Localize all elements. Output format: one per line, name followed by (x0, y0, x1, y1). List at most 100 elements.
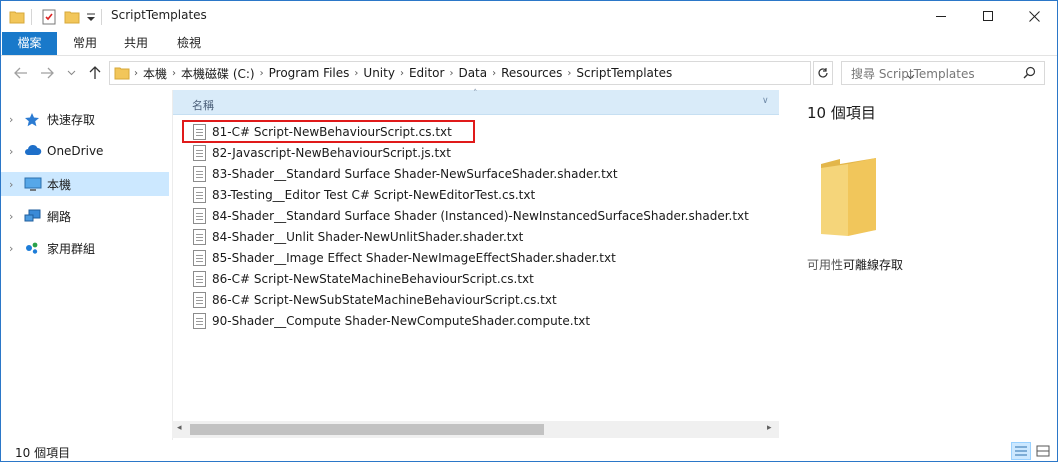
file-name: 84-Shader__Standard Surface Shader (Inst… (212, 209, 749, 223)
folder-icon (114, 66, 130, 80)
text-file-icon (193, 229, 206, 245)
forward-icon[interactable] (37, 63, 57, 83)
breadcrumb-item[interactable]: Resources (496, 66, 567, 80)
close-button[interactable] (1011, 1, 1057, 31)
text-file-icon (193, 208, 206, 224)
text-file-icon (193, 313, 206, 329)
breadcrumb-item[interactable]: Unity (358, 66, 400, 80)
homegroup-icon (24, 241, 42, 255)
breadcrumb-item[interactable]: Editor (404, 66, 450, 80)
chevron-right-icon[interactable]: › (9, 145, 13, 158)
list-item[interactable]: 85-Shader__Image Effect Shader-NewImageE… (187, 248, 787, 268)
tab-home[interactable]: 常用 (63, 32, 107, 55)
chevron-down-icon[interactable]: ∨ (762, 96, 769, 106)
search-placeholder: 搜尋 ScriptTemplates (851, 66, 975, 81)
list-item[interactable]: 86-C# Script-NewStateMachineBehaviourScr… (187, 269, 787, 289)
refresh-button[interactable] (813, 61, 833, 85)
breadcrumb-item[interactable]: 本機磁碟 (C:) (176, 65, 260, 82)
text-file-icon (193, 166, 206, 182)
sidebar-item-label: OneDrive (47, 144, 104, 158)
text-file-icon (193, 292, 206, 308)
breadcrumb-item[interactable]: ScriptTemplates (571, 66, 677, 80)
list-item[interactable]: 86-C# Script-NewSubStateMachineBehaviour… (187, 290, 787, 310)
file-name: 83-Testing__Editor Test C# Script-NewEdi… (212, 188, 536, 202)
navigation-pane: › 快速存取 › OneDrive › 本機 › 網路 › 家用群組 (1, 92, 171, 432)
breadcrumb-item[interactable]: Program Files (264, 66, 355, 80)
sidebar-item-label: 本機 (47, 177, 72, 192)
customize-quick-access-icon[interactable] (85, 8, 97, 26)
status-bar: 10 個項目 (1, 440, 1057, 461)
status-item-count: 10 個項目 (15, 446, 71, 460)
navigation-bar: › 本機 › 本機磁碟 (C:) › Program Files › Unity… (1, 57, 1057, 90)
text-file-icon (193, 145, 206, 161)
file-name: 83-Shader__Standard Surface Shader-NewSu… (212, 167, 618, 181)
text-file-icon (193, 271, 206, 287)
sidebar-item-label: 網路 (47, 209, 72, 224)
back-icon[interactable] (11, 63, 31, 83)
breadcrumb-item[interactable]: 本機 (138, 65, 172, 82)
details-pane: 10 個項目 可用性: 可離線存取 (780, 90, 1057, 440)
recent-locations-icon[interactable] (61, 63, 81, 83)
title-bar: ScriptTemplates (1, 1, 1057, 32)
breadcrumb-item[interactable]: Data (453, 66, 492, 80)
sidebar-item-this-pc[interactable]: › 本機 (1, 172, 169, 196)
address-bar[interactable]: › 本機 › 本機磁碟 (C:) › Program Files › Unity… (109, 61, 914, 85)
list-item[interactable]: 84-Shader__Standard Surface Shader (Inst… (187, 206, 787, 226)
text-file-icon (193, 250, 206, 266)
details-view-button[interactable] (1011, 442, 1031, 460)
details-item-count: 10 個項目 (807, 104, 876, 122)
sidebar-item-network[interactable]: › 網路 (1, 204, 169, 228)
properties-icon[interactable] (41, 8, 57, 26)
window-title: ScriptTemplates (111, 8, 207, 22)
highlight-box (182, 120, 475, 143)
file-name: 90-Shader__Compute Shader-NewComputeShad… (212, 314, 591, 328)
sidebar-item-quick-access[interactable]: › 快速存取 (1, 107, 169, 131)
file-name: 82-Javascript-NewBehaviourScript.js.txt (212, 146, 451, 160)
sidebar-item-label: 快速存取 (47, 112, 96, 127)
divider (101, 9, 102, 25)
folder-icon (9, 8, 25, 26)
divider (31, 9, 32, 25)
horizontal-scrollbar[interactable]: ◂ ▸ (172, 421, 779, 438)
file-name: 86-C# Script-NewSubStateMachineBehaviour… (212, 293, 557, 307)
scrollbar-thumb[interactable] (190, 424, 544, 435)
file-name: 84-Shader__Unlit Shader-NewUnlitShader.s… (212, 230, 524, 244)
chevron-right-icon[interactable]: › (9, 178, 13, 191)
availability-value: 可離線存取 (843, 258, 904, 272)
scroll-left-icon[interactable]: ◂ (177, 423, 182, 433)
network-icon (24, 209, 42, 223)
sort-ascending-icon: ˄ (473, 89, 478, 99)
column-header-label: 名稱 (192, 99, 214, 112)
list-item[interactable]: 84-Shader__Unlit Shader-NewUnlitShader.s… (187, 227, 787, 247)
list-item[interactable]: 83-Testing__Editor Test C# Script-NewEdi… (187, 185, 787, 205)
tab-view[interactable]: 檢視 (167, 32, 211, 55)
availability-label: 可用性: (807, 258, 848, 272)
sidebar-item-label: 家用群組 (47, 241, 96, 256)
scroll-right-icon[interactable]: ▸ (767, 423, 772, 433)
tab-file[interactable]: 檔案 (2, 32, 57, 55)
file-name: 85-Shader__Image Effect Shader-NewImageE… (212, 251, 616, 265)
computer-icon (24, 177, 42, 191)
sidebar-item-onedrive[interactable]: › OneDrive (1, 139, 169, 163)
column-header-name[interactable]: ˄ 名稱 ∨ (173, 89, 779, 115)
large-icons-view-button[interactable] (1033, 442, 1053, 460)
search-input[interactable]: 搜尋 ScriptTemplates (841, 61, 1045, 85)
file-name: 86-C# Script-NewStateMachineBehaviourScr… (212, 272, 534, 286)
chevron-right-icon[interactable]: › (9, 242, 13, 255)
minimize-button[interactable] (918, 1, 964, 31)
chevron-right-icon[interactable]: › (9, 210, 13, 223)
up-icon[interactable] (85, 63, 105, 83)
tab-share[interactable]: 共用 (114, 32, 158, 55)
maximize-button[interactable] (965, 1, 1011, 31)
list-item[interactable]: 82-Javascript-NewBehaviourScript.js.txt (187, 143, 787, 163)
new-folder-icon[interactable] (64, 8, 80, 26)
ribbon-tabs: 檔案 常用 共用 檢視 ? (1, 32, 1057, 83)
chevron-right-icon[interactable]: › (9, 113, 13, 126)
explorer-window: ScriptTemplates 檔案 常用 共用 檢視 ? (0, 0, 1058, 462)
list-item[interactable]: 90-Shader__Compute Shader-NewComputeShad… (187, 311, 787, 331)
star-icon (24, 112, 42, 127)
search-icon[interactable] (1023, 66, 1036, 82)
text-file-icon (193, 187, 206, 203)
list-item[interactable]: 83-Shader__Standard Surface Shader-NewSu… (187, 164, 787, 184)
sidebar-item-homegroup[interactable]: › 家用群組 (1, 236, 169, 260)
